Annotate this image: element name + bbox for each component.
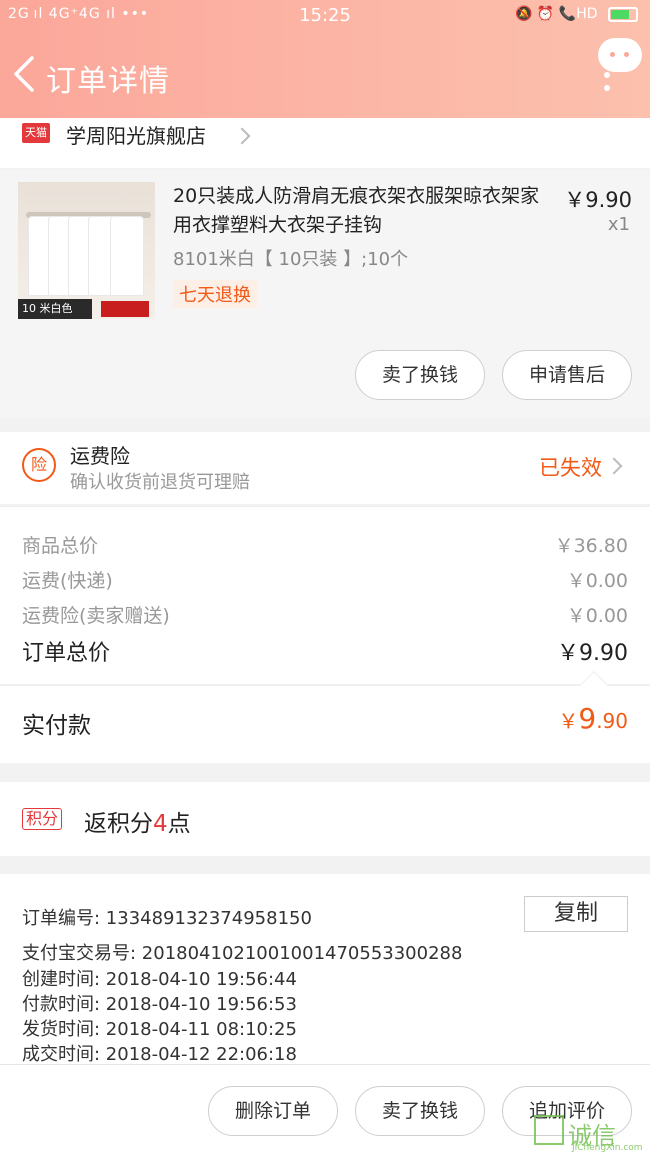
price-row-label: 运费(快递) [22, 570, 113, 592]
bottom-action-bar: 删除订单 卖了换钱 追加评价 诚信 JiChengXin.com [0, 1064, 650, 1155]
battery-icon [608, 6, 638, 22]
price-row: 运费(快递) ￥0.00 [22, 566, 628, 593]
shop-name[interactable]: 学周阳光旗舰店 [66, 120, 206, 149]
status-icons: 🔕 ⏰ 📞HD [515, 6, 638, 22]
thumbnail-tag: 10 米白色 [18, 299, 92, 319]
watermark-url: JiChengXin.com [572, 1143, 643, 1153]
tmall-badge: 天猫 [22, 123, 50, 143]
alipay-trade-number: 支付宝交易号: 2018041021001001470553300288 [22, 943, 463, 964]
price-row-label: 商品总价 [22, 535, 99, 557]
chevron-right-icon [233, 127, 251, 145]
insurance-icon: 险 [22, 448, 56, 482]
currency-symbol: ￥ [558, 709, 579, 733]
status-icons-text: 🔕 ⏰ 📞HD [515, 6, 598, 22]
actual-payment-row: 实付款 ￥9.90 [0, 670, 650, 763]
order-total-value: ￥9.90 [557, 641, 628, 666]
points-tag: 积分 [22, 808, 63, 830]
shipping-insurance-row[interactable]: 险 运费险 确认收货前退货可理赔 已失效 [0, 432, 650, 504]
more-menu-icon[interactable] [604, 72, 610, 98]
product-thumbnail[interactable]: 10 米白色 [18, 182, 155, 319]
amount-integer: 9 [578, 702, 597, 735]
price-row-value: ￥36.80 [554, 535, 628, 557]
after-sale-button[interactable]: 申请售后 [502, 350, 632, 400]
page-title: 订单详情 [46, 64, 170, 99]
insurance-subtitle: 确认收货前退货可理赔 [70, 472, 250, 493]
order-info: 订单编号: 133489132374958150 复制 支付宝交易号: 2018… [0, 874, 650, 1065]
product-spec: 8101米白【 10只装 】;10个 [173, 249, 409, 270]
shop-row[interactable]: 天猫 学周阳光旗舰店 [0, 118, 650, 168]
order-total-row: 订单总价 ￥9.90 [22, 635, 628, 667]
product-card[interactable]: 10 米白色 20只装成人防滑肩无痕衣架衣服架晾衣架家用衣撑塑料大衣架子挂钩 ￥… [0, 170, 650, 418]
delete-order-button[interactable]: 删除订单 [208, 1086, 338, 1136]
insurance-title: 运费险 [70, 444, 130, 468]
order-total-label: 订单总价 [22, 641, 111, 666]
chevron-right-icon [605, 457, 623, 475]
amount-decimal: .90 [596, 709, 628, 733]
chat-bubble-icon[interactable] [598, 38, 642, 72]
watermark-logo: 诚信 JiChengXin.com [530, 1113, 648, 1153]
copy-button[interactable]: 复制 [524, 896, 628, 932]
product-price: ￥9.90 [564, 188, 632, 212]
points-prefix: 返积分 [84, 811, 153, 837]
actual-payment-label: 实付款 [22, 713, 91, 739]
insurance-status: 已失效 [539, 456, 602, 480]
price-row: 运费险(卖家赠送) ￥0.00 [22, 601, 628, 628]
sell-for-cash-button[interactable]: 卖了换钱 [355, 350, 485, 400]
actual-payment-value: ￥9.90 [558, 702, 628, 735]
points-suffix: 点 [167, 811, 191, 837]
completed-time: 成交时间: 2018-04-12 22:06:18 [22, 1044, 297, 1065]
status-bar: 2G ıl 4G⁺4G ıl ••• 15:25 🔕 ⏰ 📞HD [0, 0, 650, 32]
thumbnail-badge [101, 301, 149, 317]
shipped-time: 发货时间: 2018-04-11 08:10:25 [22, 1019, 297, 1040]
product-name[interactable]: 20只装成人防滑肩无痕衣架衣服架晾衣架家用衣撑塑料大衣架子挂钩 [173, 182, 553, 240]
product-quantity: x1 [607, 214, 630, 235]
points-row: 积分 返积分4点 [0, 782, 650, 856]
price-row-label: 运费险(卖家赠送) [22, 605, 170, 627]
top-bar: 2G ıl 4G⁺4G ıl ••• 15:25 🔕 ⏰ 📞HD 订单详情 [0, 0, 650, 118]
return-policy-badge: 七天退换 [173, 280, 257, 308]
price-row-value: ￥0.00 [566, 605, 628, 627]
back-icon[interactable] [10, 54, 40, 94]
order-number: 订单编号: 133489132374958150 [22, 908, 312, 929]
points-text: 返积分4点 [84, 804, 191, 838]
price-breakdown: 商品总价 ￥36.80 运费(快递) ￥0.00 运费险(卖家赠送) ￥0.00… [0, 506, 650, 684]
header: 订单详情 [0, 36, 650, 116]
price-row-value: ￥0.00 [566, 570, 628, 592]
price-row: 商品总价 ￥36.80 [22, 531, 628, 558]
points-number: 4 [153, 811, 168, 837]
created-time: 创建时间: 2018-04-10 19:56:44 [22, 969, 297, 990]
paid-time: 付款时间: 2018-04-10 19:56:53 [22, 994, 297, 1015]
sell-for-cash-button[interactable]: 卖了换钱 [355, 1086, 485, 1136]
